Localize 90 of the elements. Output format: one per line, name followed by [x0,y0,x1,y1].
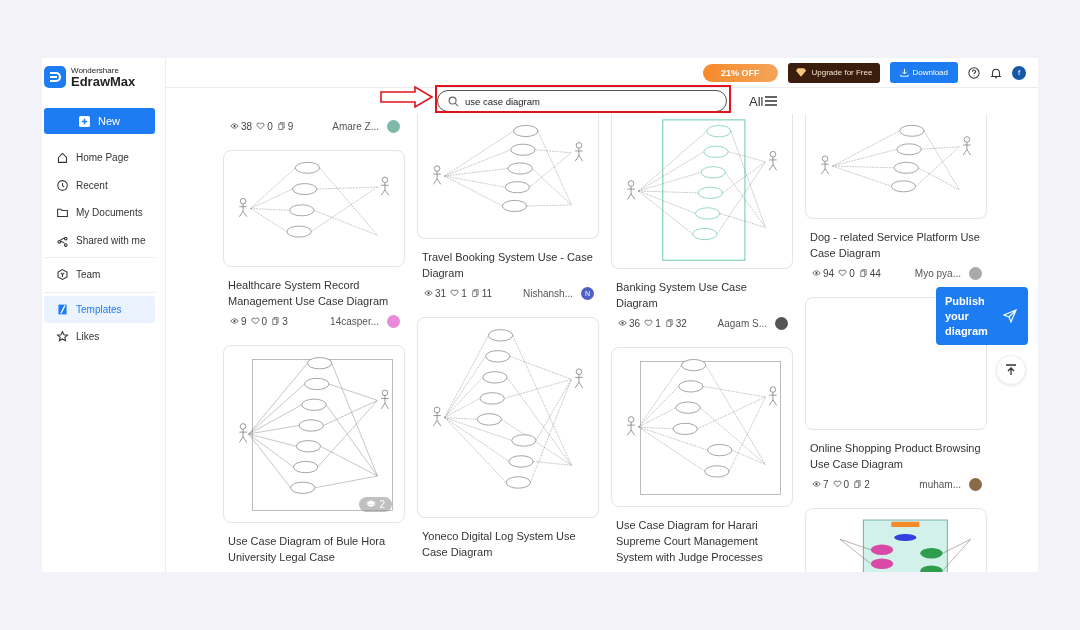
view-count: 38 [241,120,253,132]
heart-icon[interactable] [256,122,266,130]
view-count: 9 [241,315,247,327]
folder-icon [56,206,69,220]
copy-count: 11 [481,287,493,299]
home-icon [56,151,69,165]
diamond-icon [795,68,806,77]
template-title[interactable]: Dog - related Service Platform Use Case Diagram [805,229,987,261]
heart-icon[interactable] [838,269,848,277]
copy-count: 3 [282,315,288,327]
template-title[interactable]: Healthcare System Record Management Use Case Diagram [223,277,405,309]
diagram-thumbnail[interactable] [805,297,987,430]
sidebar-item[interactable]: Shared with me [44,226,155,254]
filter-menu[interactable]: All [749,93,778,109]
view-count: 31 [435,287,447,299]
brand-name: Wondershare [71,66,120,75]
star-icon [56,330,69,344]
diagram-thumbnail[interactable] [223,150,405,267]
template-title[interactable]: Yoneco Digital Log System Use Case Diagram [417,528,599,560]
page-count-badge: 2 [359,497,392,512]
copy-count: 44 [869,267,881,279]
like-count: 1 [461,287,467,299]
heart-icon[interactable] [250,317,260,325]
like-count: 0 [843,478,850,490]
back-to-top-button[interactable] [996,355,1026,385]
sidebar-item[interactable]: Templates [44,295,155,323]
like-count: 0 [267,120,273,132]
author-avatar[interactable] [969,477,982,491]
author-name[interactable]: Nishansh... [522,287,573,299]
view-count: 36 [629,317,641,329]
author-name[interactable]: Aagam S... [717,317,767,329]
diagram-thumbnail[interactable] [805,114,987,219]
help-icon[interactable] [968,66,980,79]
search-icon [448,95,459,107]
plus-icon [79,115,90,127]
template-title[interactable]: Travel Booking System Use - Case Diagram [417,249,599,281]
product-name: EdrawMax [71,74,136,88]
view-count: 94 [823,267,835,279]
views-icon [812,480,821,488]
send-icon [1003,309,1017,323]
user-avatar[interactable]: f [1012,65,1026,80]
template-title[interactable]: Use Case Diagram for Harari Supreme Court Management System with Judge Processes [611,517,793,565]
heart-icon[interactable] [832,480,842,488]
copy-count: 9 [287,120,294,132]
clock-icon [56,178,69,192]
copy-icon[interactable] [470,289,480,297]
sidebar-item[interactable]: Team [44,261,155,289]
sidebar-item[interactable]: Likes [44,323,155,351]
author-name[interactable]: Amare Z... [332,120,379,132]
copy-icon[interactable] [276,122,286,130]
template-title[interactable]: Banking System Use Case Diagram [611,279,793,311]
copy-count: 2 [864,478,870,490]
view-count: 7 [823,478,829,490]
sidebar-item[interactable]: My Documents [44,199,155,227]
heart-icon[interactable] [450,289,460,297]
arrow-up-icon [1005,364,1017,376]
template-title[interactable]: Online Shopping Product Browsing Use Case Diagram [805,440,987,472]
search-query: use case diagram [465,95,540,107]
copy-icon[interactable] [271,317,281,325]
layers-icon [366,500,377,509]
author-name[interactable]: muham... [919,478,961,490]
author-name[interactable]: Myo pya... [914,267,961,279]
author-name[interactable]: 14casper... [330,315,379,327]
author-avatar[interactable] [775,316,788,330]
views-icon [230,122,239,130]
views-icon [618,319,627,327]
heart-icon[interactable] [644,319,654,327]
views-icon [424,289,433,297]
new-button[interactable]: New [44,108,155,134]
copy-icon[interactable] [853,480,863,488]
like-count: 0 [261,315,268,327]
templates-icon [56,302,69,316]
download-button[interactable]: Download [890,62,958,83]
annotation-arrow [380,86,434,108]
menu-icon [765,96,778,106]
team-icon [56,268,69,282]
views-icon [230,317,239,325]
upgrade-button[interactable]: Upgrade for Free [787,62,881,83]
copy-icon[interactable] [664,319,674,327]
download-icon [900,68,910,77]
bell-icon[interactable] [990,66,1002,79]
views-icon [812,269,821,277]
copy-icon[interactable] [858,269,868,277]
sidebar-item[interactable]: Recent [44,171,155,199]
like-count: 0 [849,267,855,279]
sidebar-item[interactable]: Home Page [44,144,155,172]
publish-button[interactable]: Publish your diagram [936,287,1028,345]
like-count: 1 [655,317,661,329]
copy-count: 32 [675,317,687,329]
template-title[interactable]: Use Case Diagram of Bule Hora University Legal Case [223,533,405,565]
